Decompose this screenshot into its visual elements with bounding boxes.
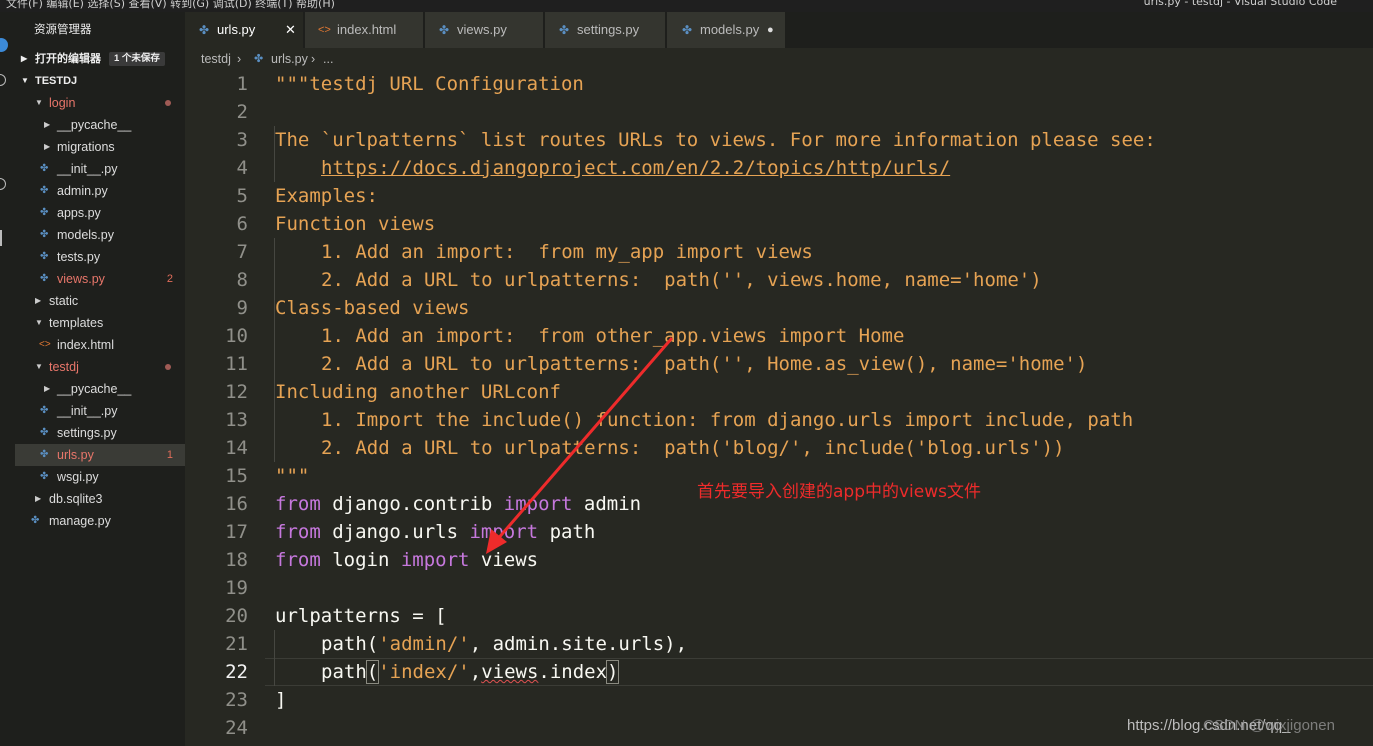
arrow-shaft	[494, 337, 674, 542]
annotation-arrow	[486, 337, 674, 554]
annotation-text: 首先要导入创建的app中的views文件	[697, 482, 982, 502]
watermark-csdn: CSDN @wjxjigonen	[1203, 717, 1335, 734]
